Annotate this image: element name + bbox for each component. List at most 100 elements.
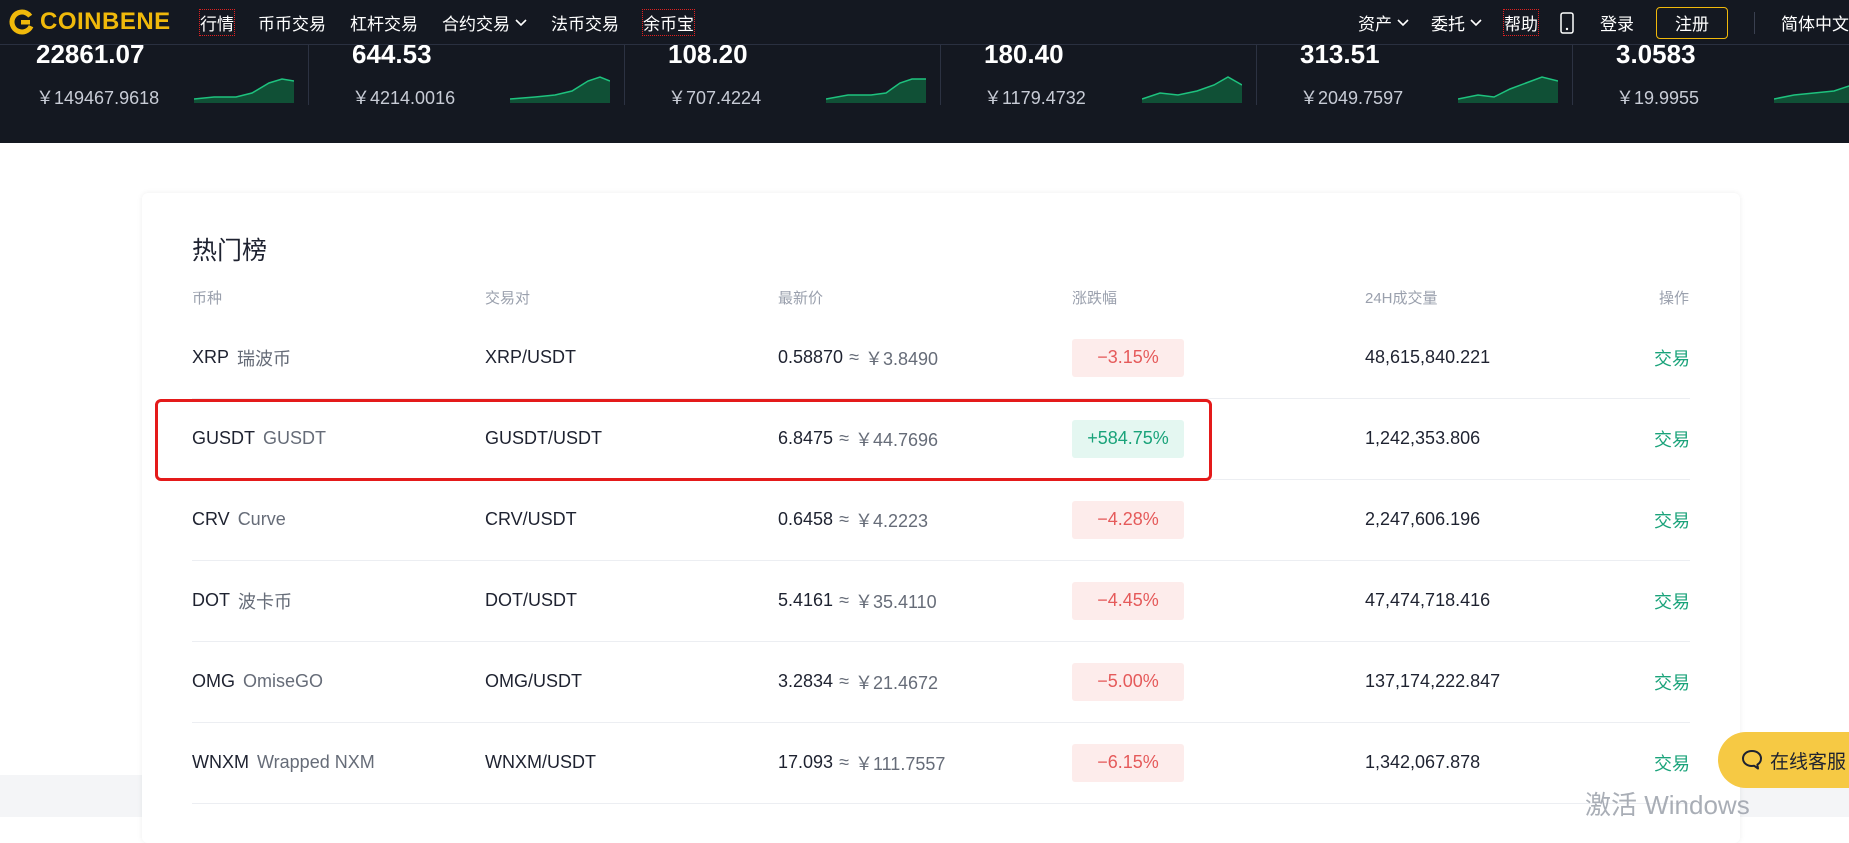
nav-savings[interactable]: 余币宝 [642,9,695,36]
last-price: 0.58870 [778,347,844,367]
ticker-divider [940,45,941,105]
nav-spot-trading[interactable]: 币币交易 [258,10,326,35]
login-link[interactable]: 登录 [1600,10,1634,35]
ticker-card[interactable]: 644.53 ￥4214.0016 [352,45,668,108]
cny-price: ￥111.7557 [854,753,946,774]
ticker-cny-price: ￥707.4224 [668,88,762,108]
trade-link[interactable]: 交易 [1654,479,1690,560]
coin-name: 波卡币 [238,591,292,612]
cny-price: ￥3.8490 [864,348,939,369]
hot-list-row[interactable]: OMG OmiseGO OMG/USDT 3.2834 ≈ ￥21.4672 −5.00% 1… [192,641,1690,723]
ticker-card[interactable]: 22861.07 ￥149467.9618 [36,45,352,108]
volume-cell: 1,242,353.806 [1365,428,1481,448]
hot-list-row[interactable]: CRV Curve CRV/USDT 0.6458 ≈ ￥4.2223 −4.28% 2,24… [192,479,1690,561]
nav-fiat-trading[interactable]: 法币交易 [551,10,619,35]
coin-name: OmiseGO [243,671,324,691]
ticker-card[interactable]: 108.20 ￥707.4224 [668,45,984,108]
sparkline-area [510,77,610,103]
sparkline-area [1142,77,1242,103]
online-support-button[interactable]: 在线客服 [1718,732,1849,788]
cny-price: ￥44.7696 [854,429,939,450]
ticker-price: 644.53 [352,45,432,69]
windows-activation-watermark: 激活 Windows [1585,790,1750,820]
hot-list-row[interactable]: WNXM Wrapped NXM WNXM/USDT 17.093 ≈ ￥111.7557… [192,722,1690,804]
coin-cell: DOT 波卡币 [192,560,292,641]
ticker-cny-price: ￥4214.0016 [352,88,456,108]
coin-name: GUSDT [263,428,326,448]
approx-sign: ≈ [849,347,859,367]
ticker-price: 313.51 [1300,45,1380,69]
main-nav: 行情 币币交易 杠杆交易 合约交易 法币交易 余币宝 [199,0,718,45]
pair-cell: GUSDT/USDT [485,428,602,448]
ticker-price: 108.20 [668,45,748,69]
volume-cell: 48,615,840.221 [1365,347,1491,367]
ticker-card[interactable]: 180.40 ￥1179.4732 [984,45,1300,108]
price-cell: 17.093 ≈ ￥111.7557 [778,722,945,803]
ticker-divider [624,45,625,105]
sparkline-area [826,79,926,103]
hot-list-row[interactable]: XRP 瑞波币 XRP/USDT 0.58870 ≈ ￥3.8490 −3.15% 48,61… [192,317,1690,399]
pair-cell: CRV/USDT [485,509,577,529]
ticker-card[interactable]: 313.51 ￥2049.7597 [1300,45,1616,108]
sparkline-chart [1458,76,1558,103]
hot-list-row[interactable]: DOT 波卡币 DOT/USDT 5.4161 ≈ ￥35.4110 −4.45% 47,47… [192,560,1690,642]
nav-margin-trading[interactable]: 杠杆交易 [350,10,418,35]
ticker-cny-price: ￥19.9955 [1616,88,1700,108]
change-cell: +584.75% [1072,398,1184,479]
chevron-down-icon [1397,18,1409,26]
ticker-cny-price: ￥2049.7597 [1300,88,1404,108]
approx-sign: ≈ [839,509,849,529]
price-cell: 6.8475 ≈ ￥44.7696 [778,398,938,479]
coin-name: Curve [237,509,286,529]
nav-contract-trading[interactable]: 合约交易 [442,10,527,35]
trade-link[interactable]: 交易 [1654,398,1690,479]
pair-cell: OMG/USDT [485,671,582,691]
sparkline-chart [1774,85,1849,103]
col-header-coin: 币种 [192,290,223,307]
ticker-cny-price: ￥1179.4732 [984,88,1086,108]
hot-list-row[interactable]: GUSDT GUSDT GUSDT/USDT 6.8475 ≈ ￥44.7696 +584.… [192,398,1690,480]
nav-orders[interactable]: 委托 [1431,10,1482,35]
trade-link[interactable]: 交易 [1654,560,1690,641]
price-cell: 3.2834 ≈ ￥21.4672 [778,641,938,722]
col-header-price: 最新价 [778,290,824,307]
sparkline-chart [510,76,610,103]
coin-name: Wrapped NXM [257,752,375,772]
pair-cell: WNXM/USDT [485,752,596,772]
brand-name: COINBENE [40,8,171,35]
coin-symbol: DOT [192,590,230,610]
last-price: 5.4161 [778,590,834,610]
last-price: 0.6458 [778,509,834,529]
col-header-volume: 24H成交量 [1365,290,1438,307]
trade-link[interactable]: 交易 [1654,317,1690,398]
change-badge: −4.28% [1072,500,1184,539]
top-navbar: COINBENE 行情 币币交易 杠杆交易 合约交易 法币交易 余币宝 资产 委… [0,0,1849,45]
price-cell: 0.58870 ≈ ￥3.8490 [778,317,938,398]
change-badge: −4.45% [1072,581,1184,620]
ticker-price: 180.40 [984,45,1064,69]
pair-cell: DOT/USDT [485,590,577,610]
sparkline-chart [826,78,926,103]
nav-market[interactable]: 行情 [199,9,235,36]
language-switcher[interactable]: 简体中文 [1781,10,1849,35]
coin-symbol: CRV [192,509,230,529]
change-cell: −3.15% [1072,317,1184,398]
coin-cell: CRV Curve [192,479,286,560]
register-button[interactable]: 注册 [1656,6,1728,39]
change-badge: −6.15% [1072,743,1184,782]
hot-list-title: 热门榜 [192,237,268,265]
last-price: 17.093 [778,752,834,772]
coin-cell: XRP 瑞波币 [192,317,291,398]
cny-price: ￥4.2223 [854,510,929,531]
nav-help[interactable]: 帮助 [1503,9,1539,36]
coin-cell: WNXM Wrapped NXM [192,722,375,803]
ticker-card[interactable]: 3.0583 ￥19.9955 [1616,45,1849,108]
mobile-phone-icon[interactable] [1560,11,1574,34]
coin-symbol: XRP [192,347,230,367]
coinbene-logo-icon [9,9,35,35]
nav-divider [1754,11,1755,34]
coinbene-logo[interactable]: COINBENE [8,8,171,36]
nav-assets[interactable]: 资产 [1358,10,1409,35]
sparkline-chart [194,78,294,103]
trade-link[interactable]: 交易 [1654,641,1690,722]
